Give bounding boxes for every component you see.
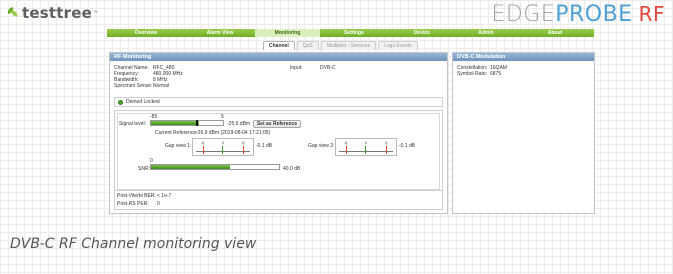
gap-view-1-value: -0.1 dB (256, 143, 273, 149)
gap2-limit-low (345, 146, 347, 154)
edgeprobe-brand: EDGEPROBE RF (491, 1, 665, 28)
gap-view-1-label: Gap view 1: (165, 143, 192, 149)
gap-view-2-ticks: -6 0 6 (336, 140, 396, 145)
nav-monitoring[interactable]: Monitoring (255, 29, 320, 37)
nav-about[interactable]: About (516, 29, 594, 37)
spectrum-row: Spectrum Sense:Normal (114, 83, 169, 89)
set-reference-button[interactable]: Set as Reference (253, 120, 301, 128)
reference-marker (195, 120, 198, 126)
rf-panel-title: RF Monitoring (110, 53, 447, 61)
post-viterbi-row: Post-Viterbi BER:< 1e-7 (117, 193, 171, 199)
measurements-inner: Signal level: -85 5 -25.6 dBm Set as Ref… (117, 113, 440, 190)
gap1-tick-pos: 6 (242, 140, 245, 145)
rf-monitoring-panel: RF Monitoring Channel Name: RFC_480 Frequ… (109, 52, 448, 214)
post-viterbi-label: Post-Viterbi BER: (117, 193, 156, 199)
nav-alarm-view[interactable]: Alarm View (185, 29, 255, 37)
signal-value: -25.6 dBm (227, 121, 251, 127)
gap1-tick-zero: 0 (221, 140, 225, 145)
input-label: Input: (290, 65, 303, 71)
post-rs-value: 0 (157, 201, 160, 207)
gap-view-2-label: Gap view 2: (308, 143, 335, 149)
testtree-logo: testtree ™ (6, 4, 98, 22)
nav-overview[interactable]: Overview (107, 29, 185, 37)
gap-view-1-ticks: -6 0 6 (193, 140, 253, 145)
dvbc-modulation-panel: DVB-C Modulation Constellation: 16QAM Sym… (452, 52, 595, 214)
nav-device[interactable]: Device (388, 29, 456, 37)
gap2-tick-pos: 6 (385, 140, 388, 145)
gap1-tick-neg: -6 (200, 140, 205, 145)
signal-level-label: Signal level: (119, 121, 146, 127)
gap2-tick-zero: 0 (364, 140, 368, 145)
gap2-indicator (365, 146, 367, 154)
nav-admin[interactable]: Admin (456, 29, 516, 37)
tab-multiplex-services[interactable]: Multiplex - Services (320, 41, 377, 50)
status-ok-icon (118, 100, 123, 105)
screenshot: testtree ™ EDGEPROBE RF Overview Alarm Vie… (0, 0, 673, 218)
gap-view-2-scale: -6 0 6 (335, 138, 397, 156)
gap-view-2-value: -0.1 dB (399, 143, 416, 149)
dvbc-panel-title: DVB-C Modulation (453, 53, 594, 61)
symbol-rate-value: 6875 (490, 71, 502, 77)
error-rates-box: Post-Viterbi BER:< 1e-7 Post-RS PER: 0 (114, 190, 443, 210)
current-reference-label: Current Reference: (155, 130, 198, 136)
gap1-limit-high (243, 146, 245, 154)
subtabs: Channel QoS Multiplex - Services Logs Ev… (263, 41, 420, 50)
gap1-indicator (222, 146, 224, 154)
snr-fill (151, 165, 231, 169)
symbol-rate-row: Symbol Rate: 6875 (457, 71, 501, 77)
gap1-limit-low (202, 146, 204, 154)
gap2-tick-neg: -6 (343, 140, 348, 145)
input-row: Input: DVB-C (290, 65, 336, 71)
nav-settings[interactable]: Settings (320, 29, 388, 37)
tab-logs-events[interactable]: Logs Events (378, 41, 418, 50)
tab-qos[interactable]: QoS (296, 41, 319, 50)
demod-status-box: Demod Locked (114, 97, 443, 107)
leaf-icon (6, 6, 19, 19)
spectrum-label: Spectrum Sense: (114, 83, 153, 89)
brand-edge: EDGE (491, 2, 556, 27)
main-nav: Overview Alarm View Monitoring Settings … (107, 29, 594, 37)
signal-level-fill (151, 121, 199, 125)
spectrum-value: Normal (153, 83, 170, 89)
logo-text: testtree (22, 4, 92, 22)
gap-view-1-scale: -6 0 6 (192, 138, 254, 156)
demod-status: Demod Locked (126, 99, 160, 105)
post-viterbi-value: < 1e-7 (157, 193, 172, 199)
post-rs-row: Post-RS PER: 0 (117, 201, 160, 207)
symbol-rate-label: Symbol Rate: (457, 71, 488, 77)
figure-caption: DVB-C RF Channel monitoring view (10, 236, 257, 252)
logo-trademark: ™ (92, 10, 98, 16)
snr-label: SNR: (138, 166, 150, 172)
tab-channel[interactable]: Channel (263, 41, 295, 50)
post-rs-label: Post-RS PER: (117, 201, 149, 207)
brand-rf: RF (638, 2, 665, 26)
current-reference-value: -26.9 dBm (2019-08-04 17:21:05) (196, 130, 271, 136)
signal-level-bar (150, 120, 224, 126)
snr-bar (150, 164, 280, 170)
brand-probe: PROBE (555, 2, 633, 27)
gap2-limit-high (386, 146, 388, 154)
input-value: DVB-C (320, 65, 336, 71)
snr-value: 40.0 dB (283, 166, 301, 172)
